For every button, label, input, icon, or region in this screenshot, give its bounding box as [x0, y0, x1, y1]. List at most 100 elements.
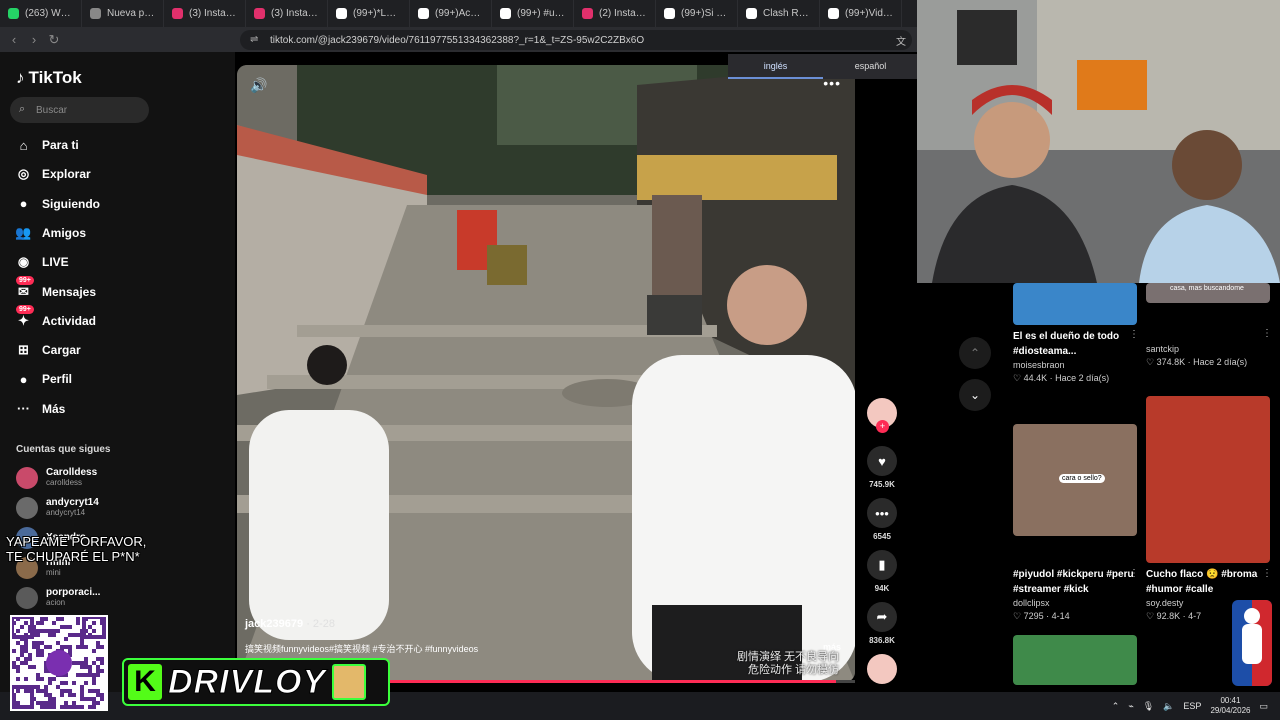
network-icon[interactable]: ⌁: [1128, 701, 1133, 712]
follow-plus-icon[interactable]: +: [876, 420, 889, 433]
video-frame: [237, 65, 855, 682]
tab-label: (99+)Acompa: [435, 8, 483, 19]
kebab-icon[interactable]: ⋮: [1262, 568, 1272, 579]
card-title[interactable]: #piyudol #kickperu #peru #streamer #kick: [1013, 567, 1137, 597]
video-thumbnail[interactable]: casa, mas buscandome: [1146, 283, 1270, 303]
clock[interactable]: 00:41 29/04/2026: [1210, 696, 1250, 716]
browser-tab[interactable]: Nueva pestaña: [82, 0, 164, 27]
donation-alert-text: YAPEAME PORFAVOR, TE CHUPARÉ EL P*N*: [6, 534, 146, 564]
tiktok-note-icon: ♪: [16, 68, 25, 87]
author-name[interactable]: jack239679: [245, 618, 303, 630]
video-thumbnail[interactable]: [1013, 635, 1137, 685]
kebab-icon[interactable]: ⋮: [1129, 568, 1139, 579]
following-account[interactable]: porporaci... acion: [16, 585, 100, 611]
tab-label: Clash Royale: [763, 8, 811, 19]
heart-small-icon: ♡: [1013, 611, 1024, 621]
kebab-icon[interactable]: ⋮: [1129, 329, 1139, 340]
language-indicator[interactable]: ESP: [1183, 701, 1201, 711]
notification-icon[interactable]: ▭: [1259, 701, 1268, 712]
share-action[interactable]: ➦ 836.8K: [864, 602, 900, 645]
sidebar-item-cargar[interactable]: ⊞ Cargar: [14, 339, 81, 361]
chevron-up-tray-icon[interactable]: ⌃: [1112, 701, 1120, 712]
comment-icon[interactable]: •••: [867, 498, 897, 528]
video-card[interactable]: El es el dueño de todo #diosteama... moi…: [1013, 283, 1139, 385]
share-icon[interactable]: ➦: [867, 602, 897, 632]
avatar[interactable]: [16, 497, 38, 519]
video-player[interactable]: 🔊 ••• jack239679 · 2-28 搞笑视频funnyvideos#…: [237, 65, 855, 682]
lang-option-spanish[interactable]: español: [823, 54, 918, 79]
browser-tab[interactable]: (99+)Videos c: [820, 0, 902, 27]
tiktok-logo[interactable]: ♪ TikTok: [16, 68, 82, 88]
browser-tab[interactable]: (3) Instagram: [164, 0, 246, 27]
browser-tab[interactable]: (263) WhatsA: [0, 0, 82, 27]
video-card[interactable]: [1013, 635, 1137, 685]
browser-tab[interactable]: (3) Instagram: [246, 0, 328, 27]
reload-icon[interactable]: ↻: [44, 32, 64, 48]
back-icon[interactable]: ‹: [4, 32, 24, 47]
heart-icon[interactable]: ♥: [867, 446, 897, 476]
video-thumbnail[interactable]: cara o sello?: [1013, 424, 1137, 536]
tab-favicon-icon: [8, 8, 19, 19]
browser-tab[interactable]: (99+)Acompa: [410, 0, 492, 27]
following-account[interactable]: andycryt14 andycryt14: [16, 495, 99, 521]
sidebar-item-label: Siguiendo: [42, 196, 100, 211]
sidebar-item-mensajes[interactable]: ✉ 99+ Mensajes: [14, 276, 96, 303]
video-author[interactable]: jack239679 · 2-28: [245, 618, 335, 630]
video-card[interactable]: Cucho flaco 😟 #broma #humor #calle soy.d…: [1146, 396, 1272, 623]
video-thumbnail[interactable]: [1146, 396, 1270, 563]
sidebar-item-perfil[interactable]: ● Perfil: [14, 368, 72, 390]
chevron-down-icon[interactable]: ⌄: [959, 379, 991, 411]
creator-avatar-image[interactable]: +: [867, 398, 897, 433]
bookmark-save-icon[interactable]: ▮: [867, 550, 897, 580]
avatar[interactable]: [16, 587, 38, 609]
sidebar-item-siguiendo[interactable]: ● Siguiendo: [14, 193, 100, 215]
microphone-icon[interactable]: 🎙: [1143, 701, 1154, 712]
browser-tab[interactable]: (99+)*Le quie: [328, 0, 410, 27]
video-card[interactable]: cara o sello? #piyudol #kickperu #peru #…: [1013, 424, 1139, 623]
browser-tab[interactable]: (2) Instagram: [574, 0, 656, 27]
music-disc-icon[interactable]: [867, 654, 897, 684]
sidebar-item-más[interactable]: ··· Más: [14, 398, 65, 420]
tab-label: (99+)Si te van: [681, 8, 729, 19]
creator-avatar[interactable]: +: [864, 398, 900, 433]
chevron-up-icon[interactable]: ⌃: [959, 337, 991, 369]
video-card[interactable]: casa, mas buscandome santckip ♡ 374.8K ·…: [1146, 283, 1272, 369]
sidebar-item-para-ti[interactable]: ⌂ Para ti: [14, 134, 79, 156]
card-title[interactable]: Cucho flaco 😟 #broma #humor #calle: [1146, 567, 1270, 597]
browser-tab[interactable]: Clash Royale: [738, 0, 820, 27]
video-thumbnail[interactable]: [1013, 283, 1137, 325]
volume-tray-icon[interactable]: 🔈: [1163, 701, 1174, 712]
sidebar-item-live[interactable]: ◉ LIVE: [14, 251, 69, 273]
browser-tab[interactable]: (99+)Si te van: [656, 0, 738, 27]
avatar[interactable]: [16, 467, 38, 489]
save-action[interactable]: ▮ 94K: [864, 550, 900, 593]
lang-option-english[interactable]: inglés: [728, 54, 823, 79]
sidebar-item-actividad[interactable]: ✦ 99+ Actividad: [14, 305, 97, 332]
browser-tab[interactable]: (99+) #ultimo: [492, 0, 574, 27]
comment-action[interactable]: ••• 6545: [864, 498, 900, 541]
like-action[interactable]: ♥ 745.9K: [864, 446, 900, 489]
sidebar-item-label: Actividad: [42, 313, 97, 328]
like-count: 745.9K: [869, 480, 895, 489]
browser-tab-bar: (263) WhatsA Nueva pestaña (3) Instagram (3…: [0, 0, 917, 27]
search-input[interactable]: ⌕ Buscar: [10, 97, 149, 123]
account-name: Carolldess: [46, 467, 98, 478]
account-name: porporaci...: [46, 587, 101, 598]
card-stats: ♡ 44.4K · Hace 2 día(s): [1013, 373, 1110, 383]
following-account[interactable]: Carolldess carolldess: [16, 465, 97, 491]
translate-icon[interactable]: 文: [896, 33, 906, 48]
music-disc[interactable]: [864, 654, 900, 684]
channel-avatar: [332, 664, 367, 700]
card-user[interactable]: dollclipsx: [1013, 597, 1137, 610]
card-user[interactable]: moisesbraon: [1013, 359, 1137, 372]
video-caption[interactable]: 搞笑视频funnyvideos#搞笑视频 #专治不开心 #funnyvideos: [245, 642, 478, 655]
address-bar[interactable]: ⇌ tiktok.com/@jack239679/video/761197755…: [240, 30, 912, 50]
sidebar-item-explorar[interactable]: ◎ Explorar: [14, 163, 91, 185]
card-user[interactable]: santckip: [1146, 343, 1270, 356]
kebab-icon[interactable]: ⋮: [1262, 328, 1272, 339]
volume-icon[interactable]: 🔊: [250, 77, 267, 94]
site-info-icon[interactable]: ⇌: [250, 34, 258, 45]
card-title[interactable]: El es el dueño de todo #diosteama...: [1013, 329, 1137, 359]
sidebar-item-amigos[interactable]: 👥 Amigos: [14, 222, 86, 244]
forward-icon[interactable]: ›: [24, 32, 44, 47]
